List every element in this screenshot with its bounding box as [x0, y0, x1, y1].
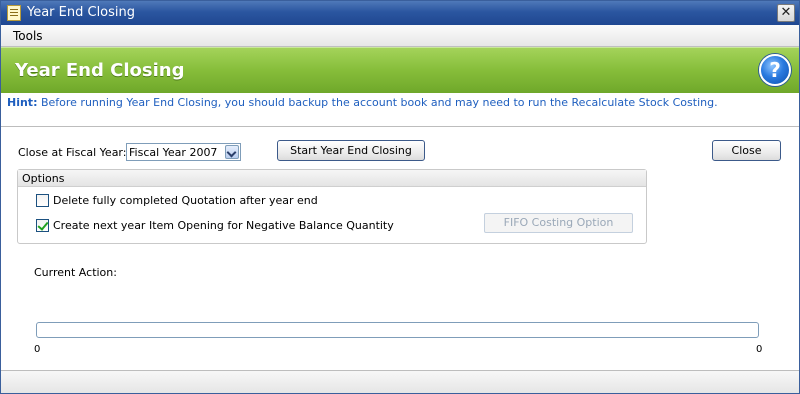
hint-message: Before running Year End Closing, you sho… [40, 96, 718, 109]
page-title: Year End Closing [15, 60, 185, 81]
fiscal-year-select[interactable]: Fiscal Year 2007 [126, 143, 241, 161]
hint-text: Hint: Before running Year End Closing, y… [7, 96, 718, 109]
start-year-end-closing-button[interactable]: Start Year End Closing [277, 140, 425, 161]
year-end-closing-window: Year End Closing ✕ Tools Year End Closin… [0, 0, 800, 394]
hint-label: Hint: [7, 96, 38, 109]
progress-bar [36, 322, 759, 338]
close-window-button[interactable]: ✕ [777, 4, 795, 22]
fifo-costing-option-button: FIFO Costing Option [484, 213, 633, 233]
create-opening-label[interactable]: Create next year Item Opening for Negati… [53, 219, 394, 232]
help-icon[interactable]: ? [759, 54, 791, 86]
create-opening-checkbox[interactable] [36, 219, 49, 232]
current-action-label: Current Action: [34, 266, 117, 279]
delete-quotation-checkbox[interactable] [36, 194, 49, 207]
chevron-down-icon[interactable] [225, 145, 239, 159]
title-bar[interactable]: Year End Closing ✕ [1, 1, 799, 25]
status-bar [1, 370, 799, 393]
options-header: Options [18, 170, 646, 187]
fiscal-year-label: Close at Fiscal Year: [18, 146, 127, 159]
menu-item-tools[interactable]: Tools [13, 29, 43, 43]
window-title: Year End Closing [27, 5, 136, 20]
close-button[interactable]: Close [712, 140, 781, 161]
options-title: Options [22, 172, 65, 185]
hint-area: Hint: Before running Year End Closing, y… [1, 93, 799, 127]
menu-bar: Tools [1, 25, 799, 47]
header-banner: Year End Closing ? [1, 47, 799, 93]
fiscal-year-value: Fiscal Year 2007 [129, 146, 218, 159]
document-icon [7, 5, 21, 21]
progress-min-label: 0 [34, 344, 41, 355]
delete-quotation-label[interactable]: Delete fully completed Quotation after y… [53, 194, 318, 207]
progress-max-label: 0 [756, 344, 763, 355]
